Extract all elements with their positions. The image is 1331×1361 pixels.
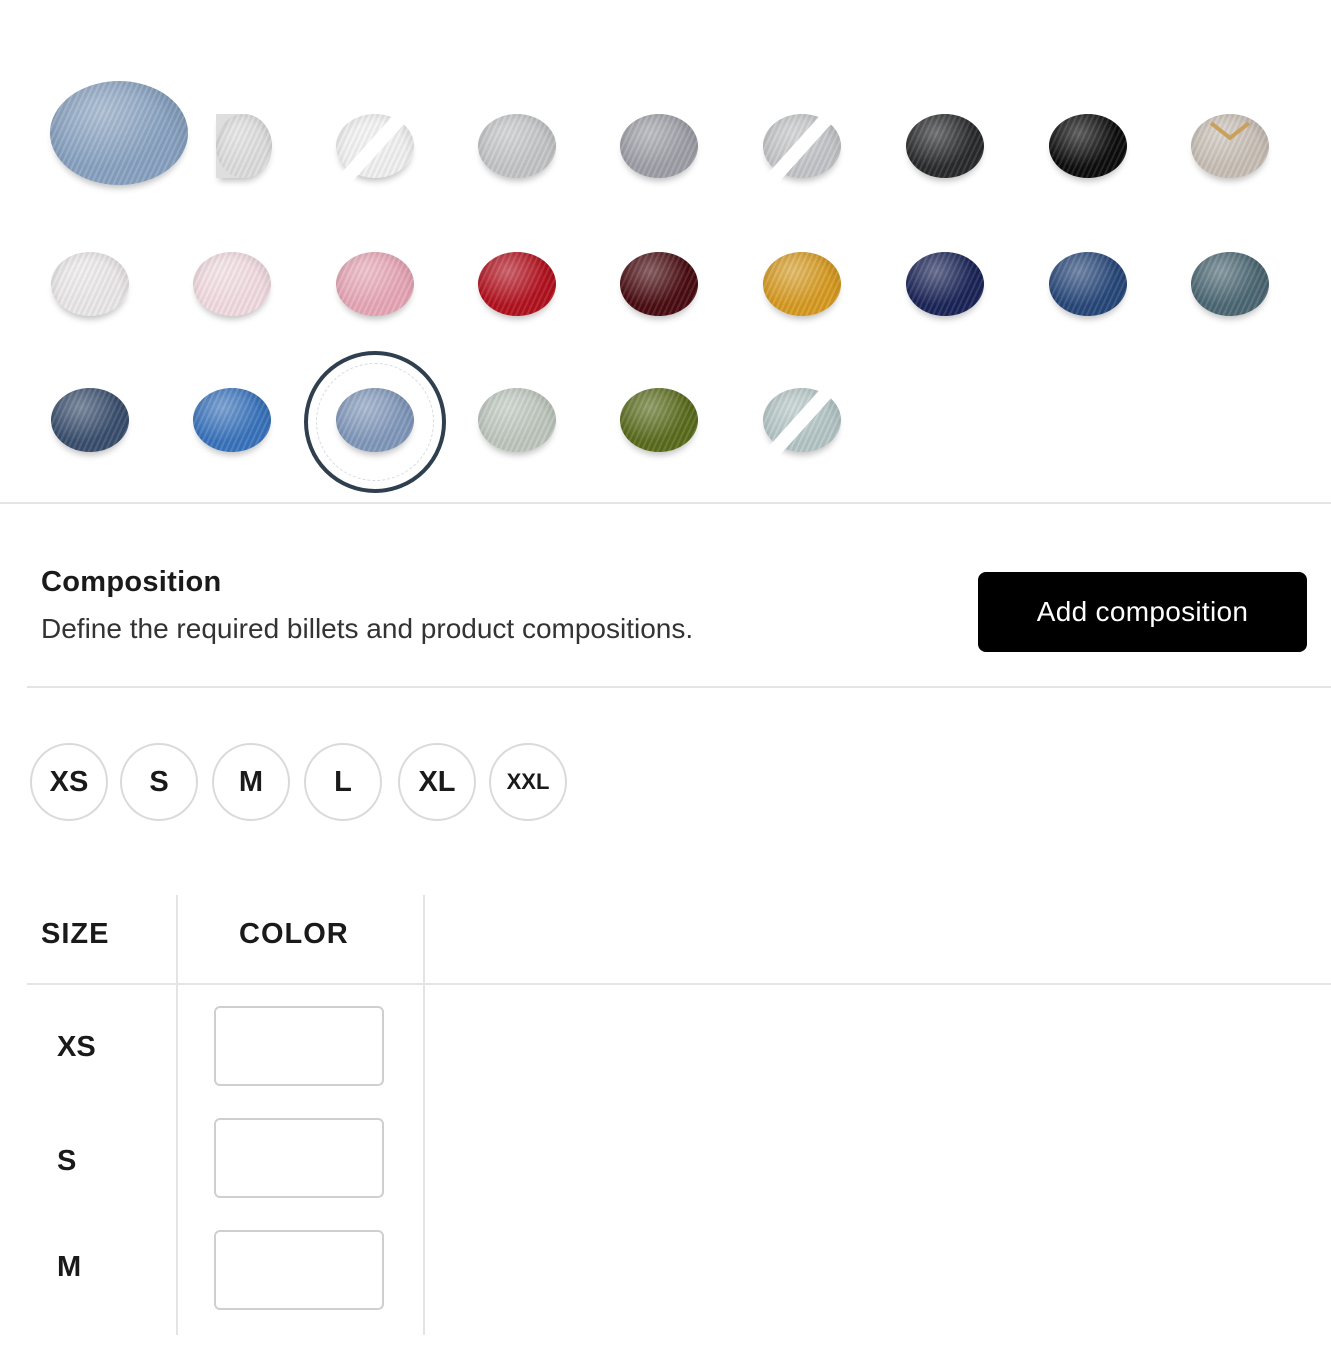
chevron-accent-icon: [1209, 121, 1251, 141]
color-swatch[interactable]: [216, 114, 272, 178]
color-swatch[interactable]: [1049, 114, 1127, 178]
size-chip-m[interactable]: M: [212, 743, 290, 821]
color-swatch[interactable]: [193, 388, 271, 452]
composition-title: Composition: [41, 566, 222, 598]
column-header-size: SIZE: [41, 918, 110, 950]
color-swatch[interactable]: [1049, 252, 1127, 316]
color-swatch[interactable]: [51, 388, 129, 452]
color-input-xs[interactable]: [214, 1006, 384, 1086]
size-chip-l[interactable]: L: [304, 743, 382, 821]
selected-swatch-ring: [304, 351, 446, 493]
row-size-label: M: [57, 1251, 82, 1283]
color-swatch-unavailable[interactable]: [336, 108, 414, 184]
size-chip-xs[interactable]: XS: [30, 743, 108, 821]
column-divider: [423, 895, 425, 1335]
color-swatch[interactable]: [478, 388, 556, 452]
column-header-color: COLOR: [239, 918, 349, 950]
page: Composition Define the required billets …: [0, 0, 1331, 1361]
color-swatch[interactable]: [1191, 252, 1269, 316]
color-swatch[interactable]: [51, 252, 129, 316]
color-swatch[interactable]: [50, 81, 188, 185]
unavailable-slash-icon: [767, 108, 837, 184]
color-swatch[interactable]: [478, 252, 556, 316]
divider: [0, 502, 1331, 504]
color-swatch[interactable]: [620, 388, 698, 452]
color-swatch[interactable]: [906, 114, 984, 178]
composition-description: Define the required billets and product …: [41, 613, 694, 644]
size-chip-s[interactable]: S: [120, 743, 198, 821]
color-swatch[interactable]: [1191, 114, 1269, 178]
column-divider: [176, 895, 178, 1335]
row-size-label: S: [57, 1145, 77, 1177]
color-swatch[interactable]: [620, 114, 698, 178]
color-swatch[interactable]: [478, 114, 556, 178]
color-swatch[interactable]: [620, 252, 698, 316]
color-input-s[interactable]: [214, 1118, 384, 1198]
unavailable-slash-icon: [767, 382, 837, 458]
color-swatch[interactable]: [906, 252, 984, 316]
unavailable-slash-icon: [340, 108, 410, 184]
color-swatch[interactable]: [336, 252, 414, 316]
color-swatch-unavailable[interactable]: [763, 382, 841, 458]
header-divider: [27, 983, 1331, 985]
divider: [27, 686, 1331, 688]
color-input-m[interactable]: [214, 1230, 384, 1310]
size-chip-xxl[interactable]: XXL: [489, 743, 567, 821]
color-swatch-unavailable[interactable]: [763, 108, 841, 184]
color-swatch[interactable]: [763, 252, 841, 316]
row-size-label: XS: [57, 1031, 96, 1063]
add-composition-button[interactable]: Add composition: [978, 572, 1307, 652]
size-chip-xl[interactable]: XL: [398, 743, 476, 821]
color-swatch[interactable]: [193, 252, 271, 316]
